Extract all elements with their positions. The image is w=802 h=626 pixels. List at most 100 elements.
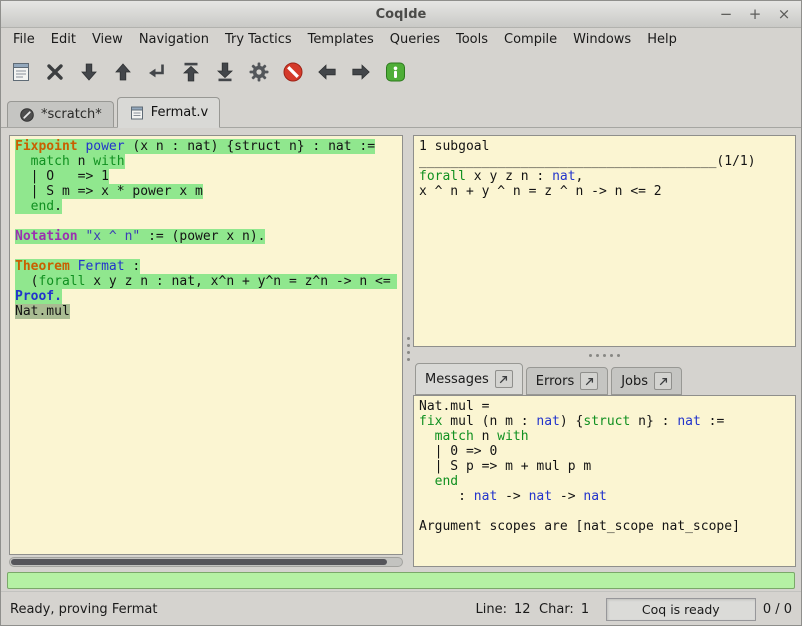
backward-one-command-button[interactable] <box>109 57 137 87</box>
code-line <box>15 244 397 259</box>
code-token <box>15 199 31 214</box>
code-token: , <box>576 169 584 184</box>
forward-one-command-button[interactable] <box>75 57 103 87</box>
code-token: power <box>85 139 124 154</box>
detach-arrow-icon <box>659 377 668 386</box>
code-token: -> <box>552 489 583 504</box>
line-content: ______________________________________(1… <box>419 154 756 169</box>
restart-button[interactable] <box>177 57 205 87</box>
vertical-splitter[interactable] <box>403 128 413 569</box>
menu-item-templates[interactable]: Templates <box>300 30 382 49</box>
detach-messages-button[interactable] <box>495 370 513 388</box>
code-token: "x ^ n" <box>85 229 140 244</box>
scrollbar-thumb[interactable] <box>11 559 387 565</box>
statusbar-right: Line: 12 Char: 1 Coq is ready 0 / 0 <box>476 598 792 621</box>
tab-fermat[interactable]: Fermat.v <box>117 97 220 128</box>
next-occurrence-button[interactable] <box>347 57 375 87</box>
menu-item-file[interactable]: File <box>5 30 43 49</box>
tab-messages[interactable]: Messages <box>415 363 523 395</box>
code-token: x y z n : <box>466 169 552 184</box>
code-token: ( <box>15 274 38 289</box>
code-token: struct <box>583 414 630 429</box>
code-line: end. <box>15 199 397 214</box>
arrow-right-icon <box>349 60 373 84</box>
code-token: ) { <box>560 414 583 429</box>
splitter-grip <box>407 337 410 340</box>
main-area: Fixpoint power (x n : nat) {struct n} : … <box>1 128 801 569</box>
menu-item-queries[interactable]: Queries <box>382 30 448 49</box>
menu-item-compile[interactable]: Compile <box>496 30 565 49</box>
code-token: Notation <box>15 229 78 244</box>
code-line: | S p => m + mul p m <box>419 459 790 474</box>
go-to-cursor-button[interactable] <box>143 57 171 87</box>
close-button[interactable]: × <box>777 7 791 21</box>
editor-tabstrip: *scratch* Fermat.v <box>1 93 801 128</box>
save-buffer-button[interactable] <box>7 57 35 87</box>
code-token <box>419 474 435 489</box>
detach-jobs-button[interactable] <box>654 372 672 390</box>
code-token: | O => 1 <box>15 169 109 184</box>
line-content: Argument scopes are [nat_scope nat_scope… <box>419 519 740 534</box>
minimize-button[interactable]: − <box>719 7 733 21</box>
script-editor[interactable]: Fixpoint power (x n : nat) {struct n} : … <box>9 135 403 555</box>
code-token: nat <box>552 169 575 184</box>
code-token: nat <box>583 489 606 504</box>
line-content: end <box>419 474 458 489</box>
run-to-end-button[interactable] <box>211 57 239 87</box>
splitter-grip <box>407 344 410 347</box>
about-button[interactable] <box>381 57 409 87</box>
code-token: with <box>497 429 528 444</box>
code-token: | S m => x * power x m <box>15 184 203 199</box>
code-token: n} : <box>630 414 677 429</box>
splitter-grip <box>617 354 620 357</box>
line-content: | S p => m + mul p m <box>419 459 591 474</box>
code-token: := <box>701 414 724 429</box>
code-token: forall <box>38 274 85 289</box>
menu-item-tools[interactable]: Tools <box>448 30 496 49</box>
code-token: Fixpoint <box>15 139 78 154</box>
message-tabstrip: Messages Errors Jobs <box>413 363 796 395</box>
menu-item-try-tactics[interactable]: Try Tactics <box>217 30 300 49</box>
line-content: fix mul (n m : nat) {struct n} : nat := <box>419 414 724 429</box>
code-token: . <box>54 199 62 214</box>
fully-check-document-button[interactable] <box>245 57 273 87</box>
code-line: : nat -> nat -> nat <box>419 489 790 504</box>
menu-item-view[interactable]: View <box>84 30 131 49</box>
close-buffer-button[interactable] <box>41 57 69 87</box>
code-token <box>419 429 435 444</box>
tab-errors[interactable]: Errors <box>526 367 608 395</box>
editor-hscrollbar[interactable] <box>9 557 403 567</box>
code-line: Theorem Fermat : <box>15 259 397 274</box>
splitter-grip <box>407 358 410 361</box>
menu-item-navigation[interactable]: Navigation <box>131 30 217 49</box>
detach-errors-button[interactable] <box>580 372 598 390</box>
menu-item-windows[interactable]: Windows <box>565 30 639 49</box>
tab-scratch[interactable]: *scratch* <box>7 101 114 127</box>
line-content: : nat -> nat -> nat <box>419 489 607 504</box>
code-token: x y z n : nat, x^n + y^n = z^n -> n <= <box>85 274 390 289</box>
goal-pane[interactable]: 1 subgoal_______________________________… <box>413 135 796 347</box>
code-token: 1 subgoal <box>419 139 489 154</box>
line-content: 1 subgoal <box>419 139 489 154</box>
code-token: n <box>70 154 93 169</box>
horizontal-splitter[interactable] <box>413 347 796 363</box>
previous-occurrence-button[interactable] <box>313 57 341 87</box>
tab-label: Messages <box>425 372 489 387</box>
code-line <box>419 504 790 519</box>
window-title: CoqIde <box>376 7 427 22</box>
messages-pane[interactable]: Nat.mul =fix mul (n m : nat) {struct n} … <box>413 395 796 567</box>
tab-jobs[interactable]: Jobs <box>611 367 682 395</box>
interrupt-button[interactable] <box>279 57 307 87</box>
arrow-down-icon <box>77 60 101 84</box>
code-line: | O => 1 <box>15 169 397 184</box>
goal-code: 1 subgoal_______________________________… <box>419 139 790 199</box>
coqide-window: CoqIde − + × FileEditViewNavigationTry T… <box>0 0 802 626</box>
code-token: x ^ n + y ^ n = z ^ n -> n <= 2 <box>419 184 662 199</box>
line-content: (forall x y z n : nat, x^n + y^n = z^n -… <box>15 274 397 289</box>
menu-item-edit[interactable]: Edit <box>43 30 84 49</box>
code-token: Argument scopes are [nat_scope nat_scope… <box>419 519 740 534</box>
code-token: nat <box>677 414 700 429</box>
maximize-button[interactable]: + <box>748 7 762 21</box>
titlebar[interactable]: CoqIde − + × <box>1 1 801 28</box>
menu-item-help[interactable]: Help <box>639 30 685 49</box>
